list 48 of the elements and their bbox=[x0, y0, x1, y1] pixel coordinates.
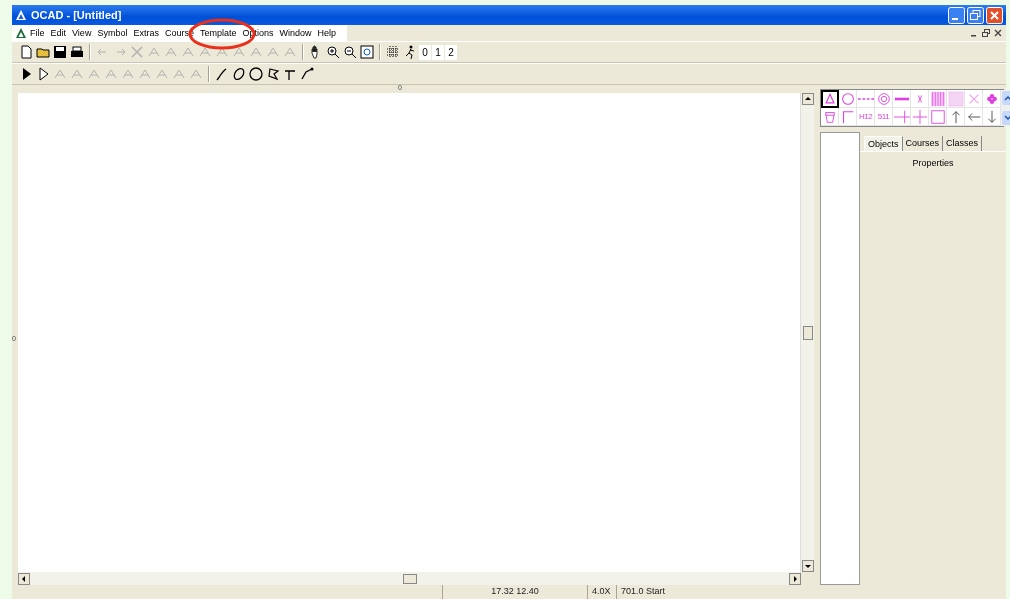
symbol-label[interactable]: 511 bbox=[875, 108, 893, 126]
menu-item[interactable]: View bbox=[69, 28, 95, 38]
new-document-icon[interactable] bbox=[18, 44, 34, 60]
menu-item[interactable]: Help bbox=[314, 28, 340, 38]
circle-tool-icon[interactable] bbox=[248, 66, 264, 82]
zoom-fit-icon[interactable] bbox=[359, 44, 375, 60]
scroll-up-icon[interactable] bbox=[801, 93, 814, 105]
menu-item[interactable]: Window bbox=[276, 28, 315, 38]
freehand-tool-icon[interactable] bbox=[265, 66, 281, 82]
scrollbar-thumb[interactable] bbox=[802, 325, 813, 340]
zoom-level-button[interactable]: 0 bbox=[419, 44, 431, 60]
status-field: 4.0X bbox=[587, 585, 616, 599]
tab[interactable]: Objects bbox=[864, 136, 903, 151]
close-icon[interactable] bbox=[994, 29, 1002, 37]
restore-icon[interactable] bbox=[982, 29, 990, 37]
grid-icon[interactable] bbox=[385, 44, 401, 60]
status-field: 701.0 Start bbox=[616, 585, 745, 599]
zoom-level-button[interactable]: 1 bbox=[432, 44, 444, 60]
window-title: OCAD - [Untitled] bbox=[31, 9, 123, 21]
striped-area-symbol-icon[interactable] bbox=[929, 90, 946, 107]
triangle-symbol-icon[interactable] bbox=[823, 91, 837, 107]
menu-item[interactable]: Extras bbox=[130, 28, 162, 38]
scrollbar-thumb[interactable] bbox=[402, 573, 417, 584]
floppy-icon[interactable] bbox=[52, 44, 68, 60]
status-field: 17.32 12.40 bbox=[442, 585, 587, 599]
menu-item[interactable]: Edit bbox=[47, 28, 70, 38]
app-logo-icon bbox=[15, 9, 27, 21]
double-circle-symbol-icon[interactable] bbox=[875, 90, 892, 107]
zoom-in-icon[interactable] bbox=[325, 44, 341, 60]
square-symbol-icon[interactable] bbox=[929, 108, 946, 125]
menu-item[interactable]: File bbox=[27, 28, 48, 38]
line-symbol-icon[interactable] bbox=[893, 108, 910, 125]
plus-symbol-icon[interactable] bbox=[911, 108, 928, 125]
straight-line-tool-icon[interactable] bbox=[299, 66, 315, 82]
dotted-area-symbol-icon[interactable] bbox=[947, 90, 964, 107]
zoom-out-icon[interactable] bbox=[342, 44, 358, 60]
scroll-left-icon[interactable] bbox=[18, 572, 30, 585]
ellipse-tool-icon[interactable] bbox=[231, 66, 247, 82]
scroll-right-icon[interactable] bbox=[789, 572, 801, 585]
menu-item[interactable]: Symbol bbox=[94, 28, 131, 38]
minimize-icon[interactable] bbox=[948, 6, 965, 24]
panel-heading: Properties bbox=[912, 158, 954, 170]
printer-icon[interactable] bbox=[69, 44, 85, 60]
scroll-down-icon[interactable] bbox=[801, 560, 814, 572]
zoom-level-button[interactable]: 2 bbox=[445, 44, 457, 60]
symbol-label[interactable]: H12 bbox=[857, 108, 875, 126]
restore-icon[interactable] bbox=[967, 6, 984, 24]
tab[interactable]: Classes bbox=[943, 136, 983, 151]
